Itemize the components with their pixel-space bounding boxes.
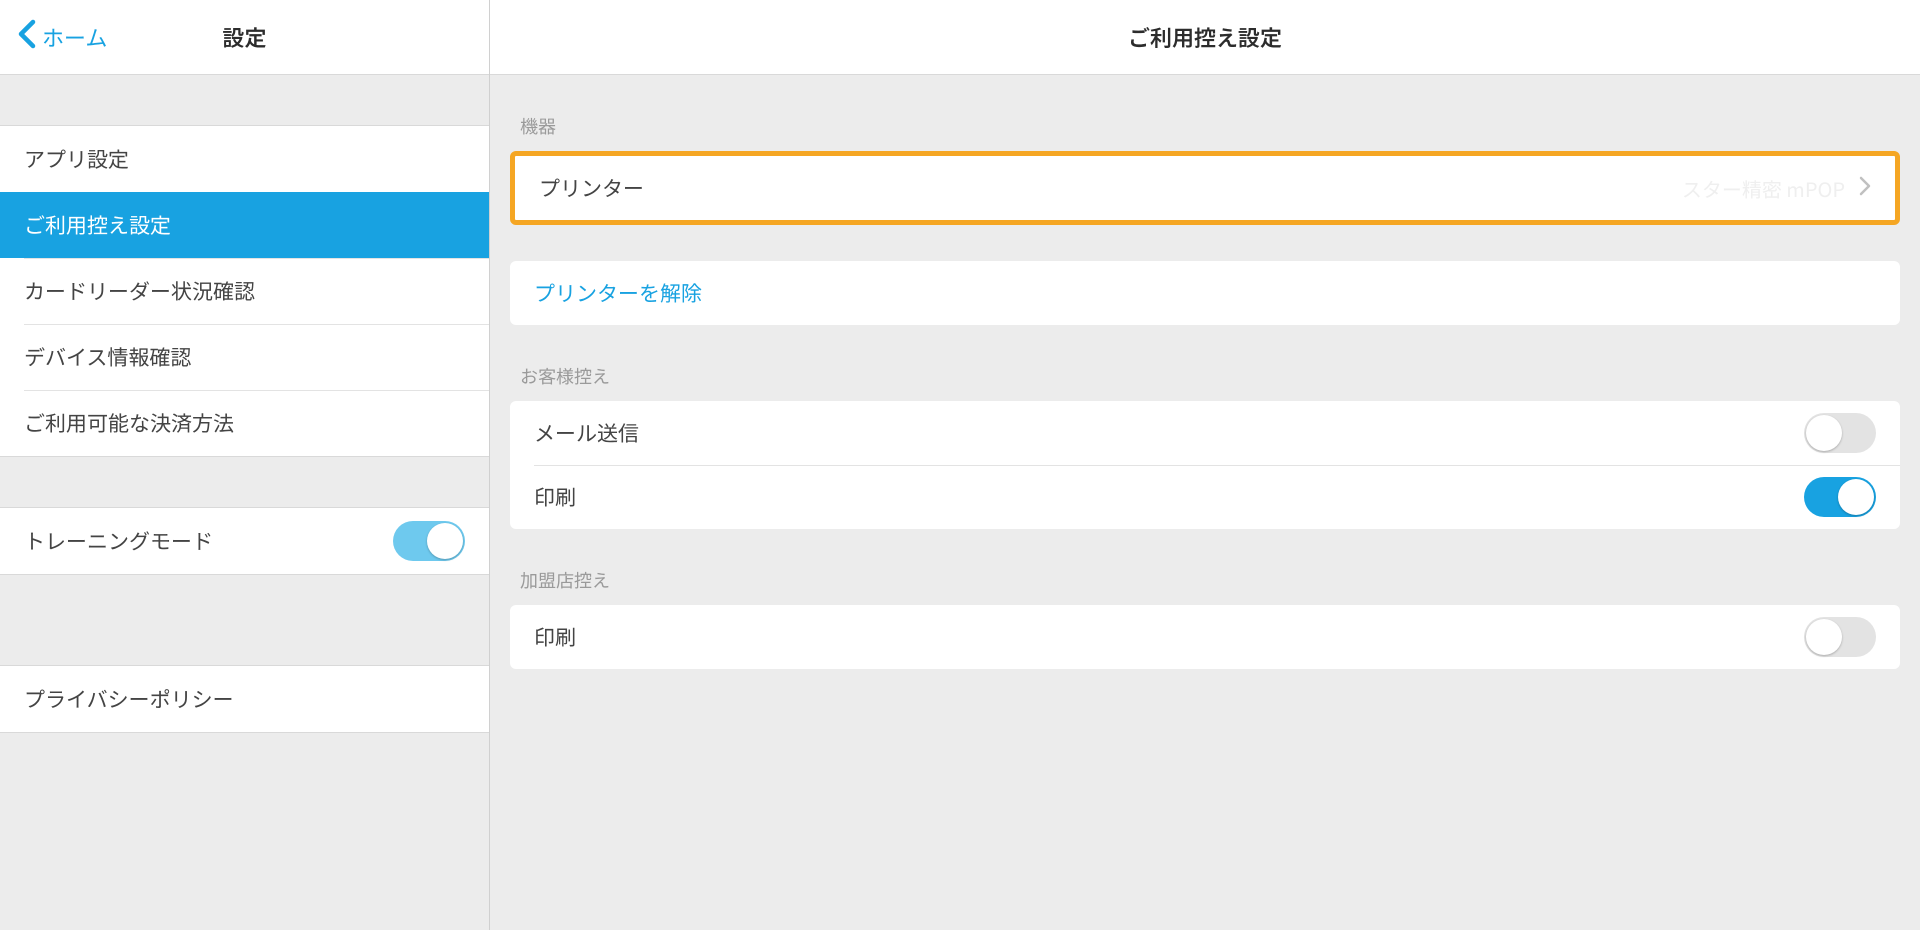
sidebar-header: ホーム 設定 [0, 0, 489, 75]
customer-email-toggle[interactable] [1804, 413, 1876, 453]
row-label: メール送信 [534, 418, 639, 448]
main-pane: ご利用控え設定 機器 プリンター スター精密 mPOP [490, 0, 1920, 930]
sidebar-item-app-settings[interactable]: アプリ設定 [0, 126, 489, 192]
sidebar-item-label: カードリーダー状況確認 [24, 276, 255, 306]
row-label: 印刷 [534, 482, 576, 512]
back-label: ホーム [42, 21, 107, 53]
sidebar-item-training-mode[interactable]: トレーニングモード [0, 508, 489, 574]
section-label-device: 機器 [510, 75, 1900, 151]
merchant-print-toggle[interactable] [1804, 617, 1876, 657]
sidebar-group-settings: アプリ設定 ご利用控え設定 カードリーダー状況確認 デバイス情報確認 ご利用可能… [0, 125, 489, 457]
sidebar-item-payment-methods[interactable]: ご利用可能な決済方法 [0, 390, 489, 456]
training-mode-toggle[interactable] [393, 521, 465, 561]
sidebar-group-privacy: プライバシーポリシー [0, 665, 489, 733]
sidebar-item-label: ご利用可能な決済方法 [24, 408, 234, 438]
merchant-print-row[interactable]: 印刷 [510, 605, 1900, 669]
chevron-right-icon [1859, 173, 1871, 203]
row-label: 印刷 [534, 622, 576, 652]
sidebar-item-label: プライバシーポリシー [24, 684, 234, 714]
main-title: ご利用控え設定 [490, 0, 1920, 75]
chevron-left-icon [18, 19, 36, 56]
sidebar-item-label: アプリ設定 [24, 144, 129, 174]
merchant-receipt-card: 印刷 [510, 605, 1900, 669]
customer-print-row[interactable]: 印刷 [510, 465, 1900, 529]
sidebar-item-label: デバイス情報確認 [24, 342, 191, 372]
customer-print-toggle[interactable] [1804, 477, 1876, 517]
sidebar-item-receipt-settings[interactable]: ご利用控え設定 [0, 192, 489, 258]
section-label-customer: お客様控え [510, 325, 1900, 401]
section-label-merchant: 加盟店控え [510, 529, 1900, 605]
printer-unlink-button[interactable]: プリンターを解除 [510, 261, 1900, 325]
printer-row-value: スター精密 mPOP [1682, 174, 1845, 203]
sidebar-group-training: トレーニングモード [0, 507, 489, 575]
back-button[interactable]: ホーム [0, 19, 107, 56]
sidebar: ホーム 設定 アプリ設定 ご利用控え設定 カードリーダー状況確認 デバイス情報確… [0, 0, 490, 930]
printer-row-label: プリンター [539, 173, 644, 203]
sidebar-item-label: ご利用控え設定 [24, 210, 171, 240]
sidebar-item-privacy-policy[interactable]: プライバシーポリシー [0, 666, 489, 732]
printer-card: プリンター スター精密 mPOP [510, 151, 1900, 225]
printer-unlink-label: プリンターを解除 [534, 278, 702, 308]
customer-receipt-card: メール送信 印刷 [510, 401, 1900, 529]
sidebar-item-device-info[interactable]: デバイス情報確認 [0, 324, 489, 390]
sidebar-item-label: トレーニングモード [24, 526, 213, 556]
sidebar-item-card-reader[interactable]: カードリーダー状況確認 [0, 258, 489, 324]
printer-row[interactable]: プリンター スター精密 mPOP [515, 156, 1895, 220]
printer-unlink-card: プリンターを解除 [510, 261, 1900, 325]
customer-email-row[interactable]: メール送信 [510, 401, 1900, 465]
